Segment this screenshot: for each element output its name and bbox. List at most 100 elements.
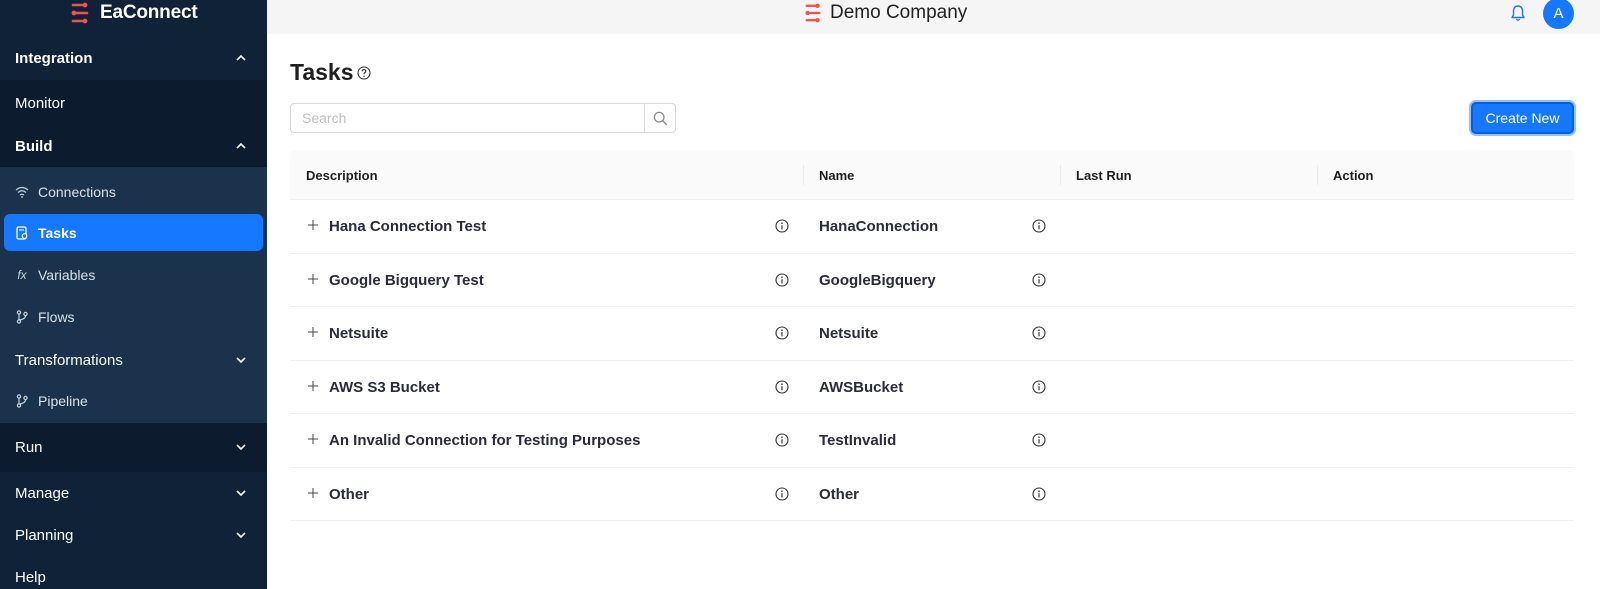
nav-transformations-label: Transformations xyxy=(15,351,123,369)
nav-manage[interactable]: Manage xyxy=(0,472,267,514)
sidebar-item-label: Pipeline xyxy=(38,392,88,409)
table-row[interactable]: Netsuite Netsuite xyxy=(290,307,1574,361)
table-row[interactable]: Hana Connection Test HanaConnection xyxy=(290,200,1574,254)
search-input[interactable] xyxy=(291,104,644,132)
table-row[interactable]: AWS S3 Bucket AWSBucket xyxy=(290,361,1574,414)
plus-icon[interactable] xyxy=(307,326,319,338)
column-header-description[interactable]: Description xyxy=(306,150,378,200)
column-header-last-run[interactable]: Last Run xyxy=(1076,150,1132,200)
row-description: An Invalid Connection for Testing Purpos… xyxy=(329,432,641,449)
row-name: TestInvalid xyxy=(819,432,897,449)
nav-planning[interactable]: Planning xyxy=(0,514,267,556)
nav-integration[interactable]: Integration xyxy=(0,36,267,80)
avatar[interactable]: A xyxy=(1543,0,1574,29)
nav-integration-label: Integration xyxy=(15,49,93,67)
nav-help[interactable]: Help xyxy=(0,556,267,589)
info-icon[interactable] xyxy=(1032,219,1046,233)
info-icon[interactable] xyxy=(775,486,789,501)
nav-build[interactable]: Build xyxy=(0,125,267,167)
sidebar-item-connections[interactable]: Connections xyxy=(4,173,263,210)
search-button[interactable] xyxy=(644,104,675,132)
row-name: Other xyxy=(819,485,860,503)
row-description: Other xyxy=(329,485,370,503)
table-header: Description Name Last Run Action xyxy=(290,150,1574,200)
company-logo-icon xyxy=(805,3,821,23)
sidebar-item-label: Tasks xyxy=(38,224,77,241)
wifi-icon xyxy=(15,185,29,199)
eaconnect-logo-icon xyxy=(71,2,89,24)
company-name: Demo Company xyxy=(830,2,968,23)
sidebar-item-tasks[interactable]: Tasks xyxy=(4,214,263,251)
nav-transformations[interactable]: Transformations xyxy=(0,339,267,381)
sidebar-item-variables[interactable]: fx Variables xyxy=(4,256,263,293)
table-row[interactable]: Google Bigquery Test GoogleBigquery xyxy=(290,254,1574,307)
nav-planning-label: Planning xyxy=(15,526,74,544)
nav-run-label: Run xyxy=(15,438,43,456)
info-icon[interactable] xyxy=(775,219,789,233)
plus-icon[interactable] xyxy=(307,273,319,285)
search-icon xyxy=(653,111,667,125)
nav-monitor-label: Monitor xyxy=(15,94,66,112)
table-body: Hana Connection Test HanaConnection Goog… xyxy=(290,200,1574,521)
sidebar-item-pipeline[interactable]: Pipeline xyxy=(4,382,263,419)
logo-text: EaConnect xyxy=(100,2,198,23)
nav-run[interactable]: Run xyxy=(0,426,267,468)
sidebar-item-flows[interactable]: Flows xyxy=(4,298,263,335)
page-title: Tasks xyxy=(290,59,354,85)
tasks-table: Description Name Last Run Action Hana Co… xyxy=(290,150,1574,521)
row-description: Netsuite xyxy=(329,325,389,342)
column-header-name[interactable]: Name xyxy=(819,150,854,200)
sidebar-item-label: Connections xyxy=(38,183,116,200)
task-icon xyxy=(15,225,29,240)
plus-icon[interactable] xyxy=(307,219,319,231)
nav-manage-label: Manage xyxy=(15,484,70,502)
column-header-action[interactable]: Action xyxy=(1333,150,1373,200)
info-icon[interactable] xyxy=(1032,486,1046,501)
info-icon[interactable] xyxy=(775,433,789,447)
row-name: GoogleBigquery xyxy=(819,271,936,289)
info-icon[interactable] xyxy=(775,272,789,287)
nav-monitor[interactable]: Monitor xyxy=(0,83,267,123)
info-icon[interactable] xyxy=(1032,379,1046,394)
company-switcher[interactable]: Demo Company xyxy=(804,0,967,26)
row-description: Google Bigquery Test xyxy=(329,271,484,289)
topbar: Demo Company A xyxy=(267,0,1600,34)
column-divider xyxy=(803,165,804,185)
search-box xyxy=(290,103,676,133)
info-icon[interactable] xyxy=(775,326,789,340)
chevron-down-icon xyxy=(236,357,246,364)
plus-icon[interactable] xyxy=(307,380,319,392)
fx-icon: fx xyxy=(17,267,27,282)
row-name: Netsuite xyxy=(819,325,879,342)
chevron-up-icon xyxy=(236,142,246,149)
column-divider xyxy=(1317,165,1318,185)
row-description: AWS S3 Bucket xyxy=(329,378,440,396)
info-icon[interactable] xyxy=(1032,326,1046,340)
plus-icon[interactable] xyxy=(307,487,319,499)
chevron-down-icon xyxy=(236,444,246,451)
sidebar: EaConnect Integration Monitor Build Conn… xyxy=(0,0,267,589)
row-name: HanaConnection xyxy=(819,218,939,235)
table-row[interactable]: An Invalid Connection for Testing Purpos… xyxy=(290,414,1574,468)
branch-icon xyxy=(15,309,29,324)
question-circle-icon[interactable] xyxy=(357,66,371,80)
chevron-down-icon xyxy=(236,490,246,497)
row-name: AWSBucket xyxy=(819,378,904,396)
create-new-button[interactable]: Create New xyxy=(1471,102,1574,134)
bell-icon[interactable] xyxy=(1509,4,1527,22)
row-description: Hana Connection Test xyxy=(329,218,487,235)
nav-help-label: Help xyxy=(15,568,46,586)
plus-icon[interactable] xyxy=(307,433,319,445)
table-row[interactable]: Other Other xyxy=(290,468,1574,521)
logo[interactable]: EaConnect xyxy=(0,0,267,26)
info-icon[interactable] xyxy=(1032,272,1046,287)
chevron-down-icon xyxy=(236,532,246,539)
branch-icon xyxy=(15,393,29,408)
info-icon[interactable] xyxy=(775,379,789,394)
chevron-up-icon xyxy=(236,54,246,61)
sidebar-item-label: Flows xyxy=(38,308,75,325)
nav-build-label: Build xyxy=(15,137,53,155)
sidebar-item-label: Variables xyxy=(38,266,96,283)
info-icon[interactable] xyxy=(1032,433,1046,447)
app-window: EaConnect Integration Monitor Build Conn… xyxy=(0,0,1600,589)
